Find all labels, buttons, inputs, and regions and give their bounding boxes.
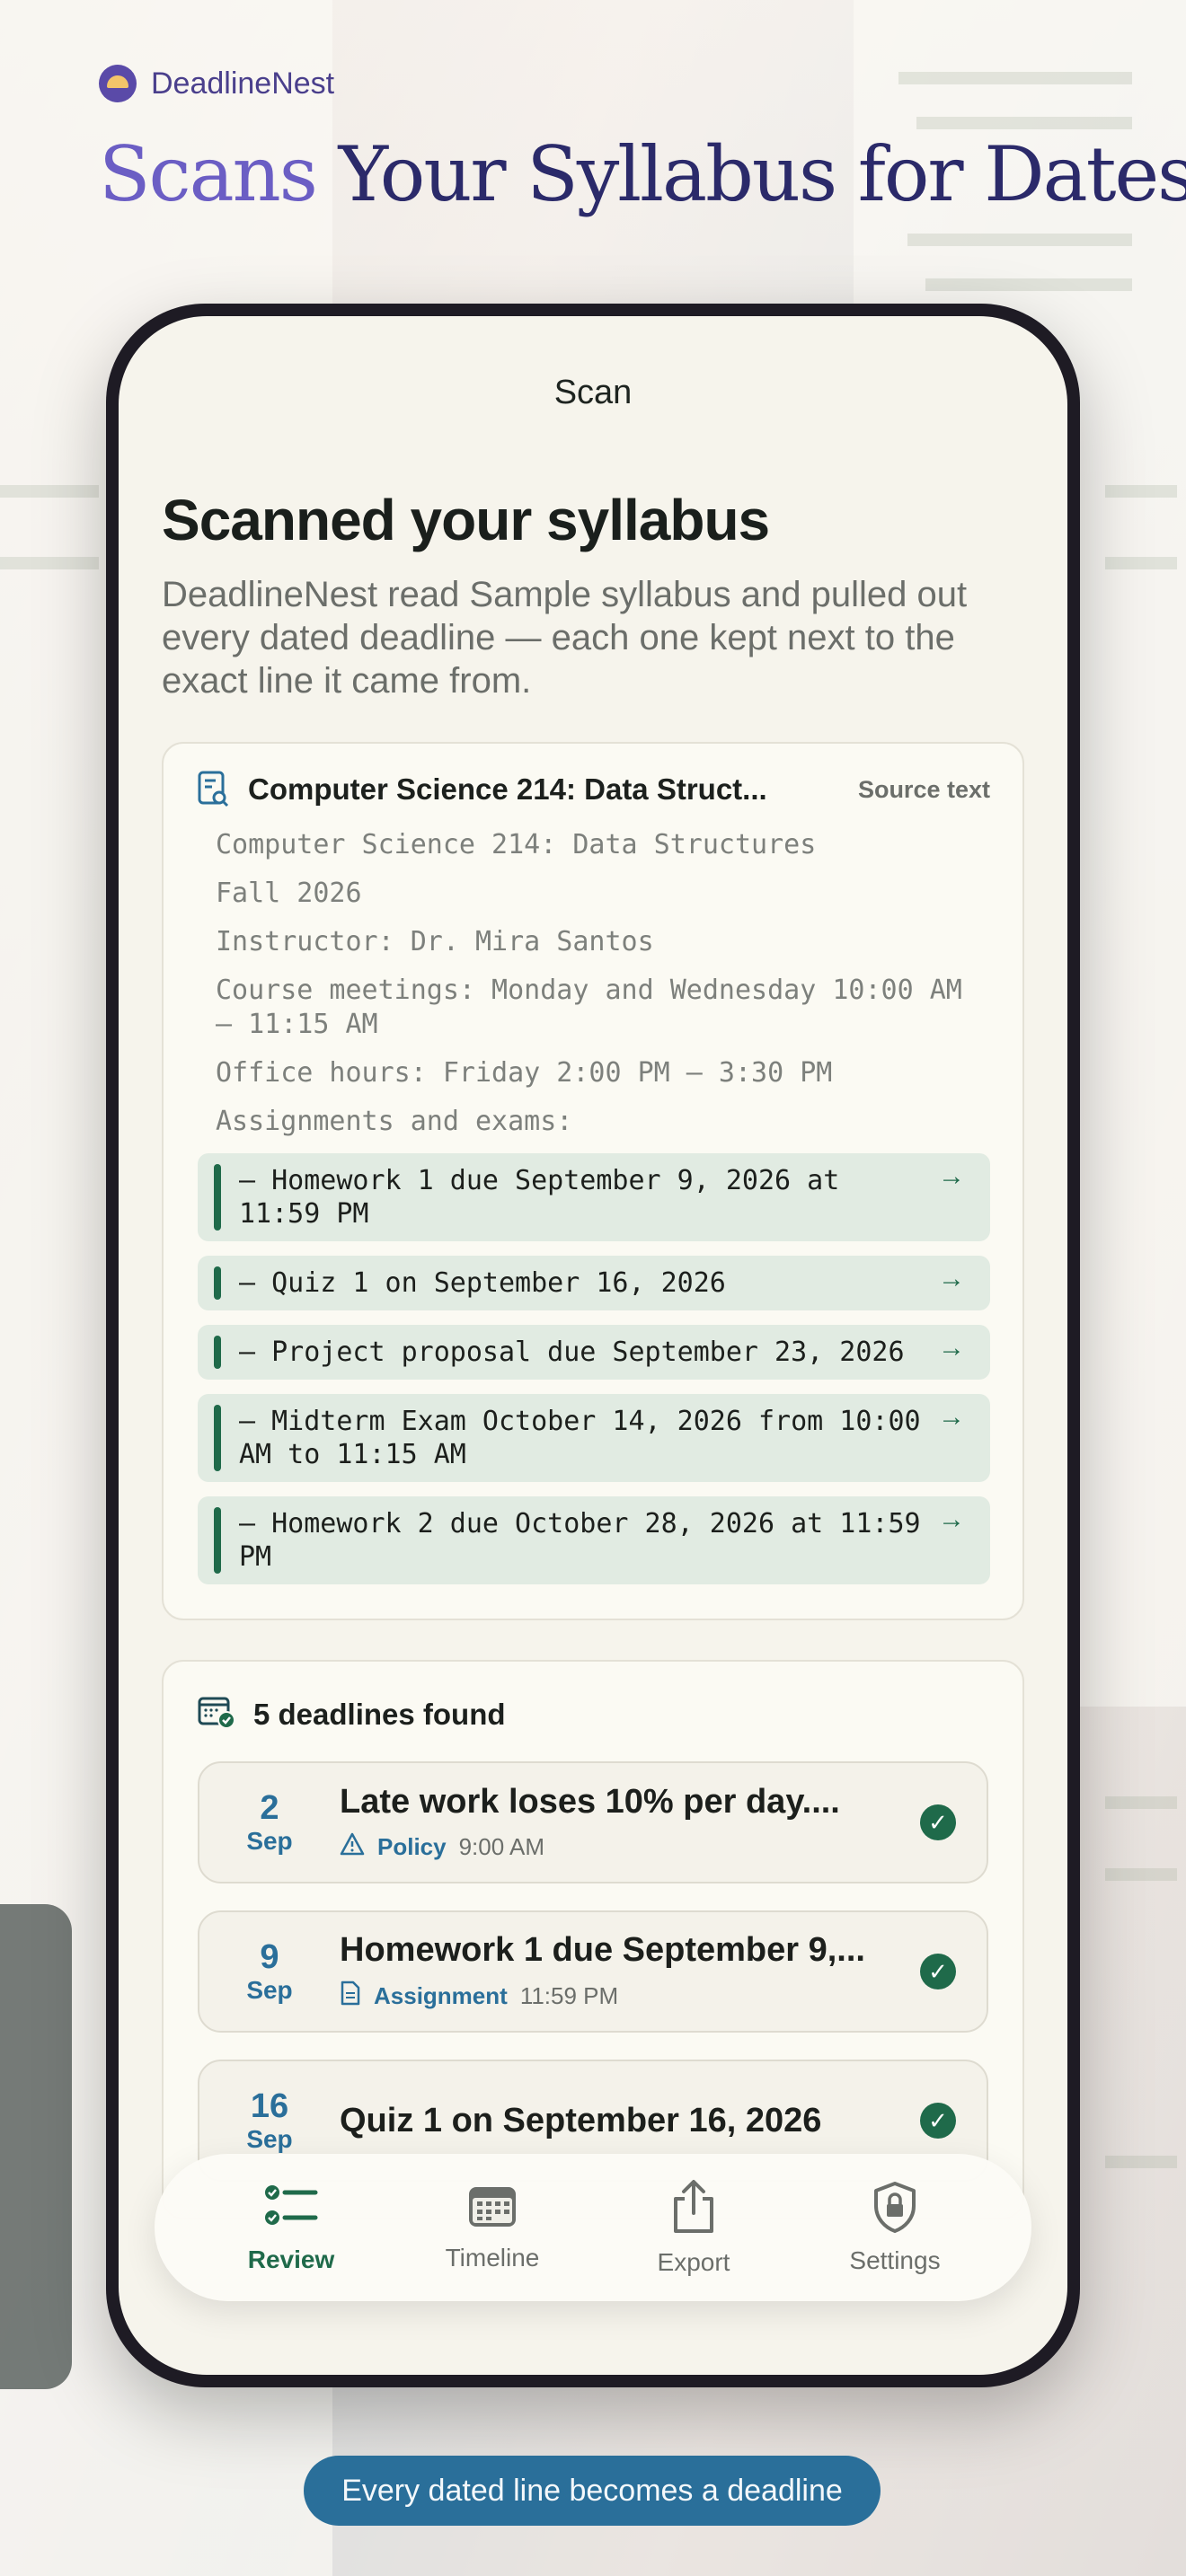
- nav-title: Scan: [553, 374, 633, 411]
- deadline-row[interactable]: 2 Sep Late work loses 10% per day.... Po…: [198, 1761, 988, 1883]
- brand: DeadlineNest: [99, 65, 334, 102]
- checkmark-icon[interactable]: ✓: [920, 2103, 956, 2139]
- highlight-text: – Midterm Exam October 14, 2026 from 10:…: [239, 1406, 921, 1470]
- deadlines-card: 5 deadlines found 2 Sep Late work loses …: [162, 1660, 1024, 2219]
- marketing-headline: Scans Your Syllabus for Dates: [99, 135, 1186, 214]
- share-icon: [670, 2179, 717, 2239]
- deadline-day: 2: [260, 1789, 279, 1827]
- deadlines-header: 5 deadlines found: [198, 1694, 988, 1734]
- arrow-right-icon: →: [938, 1504, 965, 1534]
- headline-rest: Your Syllabus for Dates: [338, 130, 1186, 218]
- highlight-bar: [214, 1405, 221, 1471]
- tab-timeline[interactable]: Timeline: [412, 2183, 573, 2272]
- highlight-text: – Homework 2 due October 28, 2026 at 11:…: [239, 1508, 921, 1573]
- arrow-right-icon: →: [938, 1264, 965, 1293]
- deadline-kind: Assignment: [374, 1982, 508, 2009]
- warning-icon: [340, 1832, 365, 1862]
- deadline-row[interactable]: 9 Sep Homework 1 due September 9,... Ass…: [198, 1910, 988, 2033]
- deadline-body: Late work loses 10% per day.... Policy 9…: [340, 1783, 920, 1862]
- arrow-right-icon: →: [938, 1333, 965, 1363]
- document-search-icon: [198, 771, 230, 808]
- highlight-bar: [214, 1164, 221, 1231]
- highlighted-source-line[interactable]: – Homework 2 due October 28, 2026 at 11:…: [198, 1496, 990, 1584]
- source-card-title: Computer Science 214: Data Struct...: [248, 772, 767, 806]
- highlight-text: – Quiz 1 on September 16, 2026: [239, 1267, 726, 1299]
- highlight-bar: [214, 1507, 221, 1574]
- source-line: Fall 2026: [216, 878, 362, 909]
- deadline-kind: Policy: [377, 1833, 447, 1860]
- tab-label: Export: [657, 2247, 730, 2276]
- calendar-check-icon: [198, 1694, 237, 1734]
- deadline-time: 11:59 PM: [519, 1982, 619, 2009]
- deadline-month: Sep: [246, 1827, 293, 1855]
- tab-label: Review: [247, 2245, 335, 2273]
- tab-settings[interactable]: Settings: [814, 2181, 976, 2275]
- deadline-body: Homework 1 due September 9,... Assignmen…: [340, 1931, 920, 2012]
- highlight-bar: [214, 1336, 221, 1369]
- deadline-meta: Policy 9:00 AM: [340, 1832, 920, 1862]
- brand-logo-icon: [99, 65, 137, 102]
- highlight-bar: [214, 1266, 221, 1300]
- highlight-text: – Project proposal due September 23, 202…: [239, 1337, 905, 1368]
- deadline-name: Late work loses 10% per day....: [340, 1783, 840, 1821]
- highlighted-source-line[interactable]: – Project proposal due September 23, 202…: [198, 1325, 990, 1380]
- deadline-meta: Assignment 11:59 PM: [340, 1981, 920, 2012]
- source-line: Computer Science 214: Data Structures: [216, 829, 817, 860]
- deadline-date: 16 Sep: [199, 2087, 340, 2154]
- page-title: Scanned your syllabus: [162, 488, 770, 552]
- headline-accent: Scans: [99, 130, 318, 218]
- highlighted-source-line[interactable]: – Quiz 1 on September 16, 2026 →: [198, 1256, 990, 1310]
- arrow-right-icon: →: [938, 1402, 965, 1432]
- deadline-name: Homework 1 due September 9,...: [340, 1931, 865, 1969]
- phone-frame: Scan Scanned your syllabus DeadlineNest …: [106, 304, 1080, 2387]
- intro-text: DeadlineNest read Sample syllabus and pu…: [162, 575, 968, 701]
- deadline-day: 9: [260, 1938, 279, 1976]
- source-card-header: Computer Science 214: Data Struct... Sou…: [198, 771, 990, 808]
- tab-review[interactable]: Review: [210, 2182, 372, 2274]
- deadlines-count-title: 5 deadlines found: [253, 1697, 506, 1731]
- checkmark-icon[interactable]: ✓: [920, 1954, 956, 1989]
- brand-name: DeadlineNest: [151, 66, 335, 101]
- source-line: Assignments and exams:: [216, 1106, 573, 1137]
- caption-pill: Every dated line becomes a deadline: [304, 2456, 881, 2526]
- highlight-text: – Homework 1 due September 9, 2026 at 11…: [239, 1165, 840, 1230]
- tab-bar: Review Timeline Export Settings: [155, 2154, 1031, 2301]
- deadline-name: Quiz 1 on September 16, 2026: [340, 2101, 822, 2139]
- source-line: Office hours: Friday 2:00 PM – 3:30 PM: [216, 1057, 833, 1089]
- app-screen: Scan Scanned your syllabus DeadlineNest …: [119, 316, 1067, 2375]
- calendar-icon: [467, 2183, 518, 2235]
- deadline-day: 16: [250, 2087, 289, 2125]
- deadline-month: Sep: [246, 1976, 293, 2004]
- deadline-date: 2 Sep: [199, 1789, 340, 1856]
- scroll-content[interactable]: Scanned your syllabus DeadlineNest read …: [162, 487, 1024, 2375]
- deadline-body: Quiz 1 on September 16, 2026: [340, 2102, 920, 2140]
- source-line: Course meetings: Monday and Wednesday 10…: [216, 975, 962, 1040]
- highlighted-source-line[interactable]: – Homework 1 due September 9, 2026 at 11…: [198, 1153, 990, 1241]
- source-line: Instructor: Dr. Mira Santos: [216, 926, 654, 957]
- checkmark-icon[interactable]: ✓: [920, 1804, 956, 1840]
- lock-shield-icon: [872, 2181, 917, 2237]
- deadline-time: 9:00 AM: [458, 1833, 544, 1860]
- deadline-date: 9 Sep: [199, 1938, 340, 2005]
- source-lines: Computer Science 214: Data Structures Fa…: [198, 828, 990, 1584]
- checklist-icon: [263, 2182, 319, 2236]
- document-icon: [340, 1981, 361, 2012]
- tab-label: Settings: [849, 2245, 941, 2274]
- arrow-right-icon: →: [938, 1161, 965, 1191]
- tab-label: Timeline: [445, 2243, 540, 2272]
- source-text-card: Computer Science 214: Data Struct... Sou…: [162, 742, 1024, 1620]
- source-text-tag: Source text: [857, 775, 990, 803]
- highlighted-source-line[interactable]: – Midterm Exam October 14, 2026 from 10:…: [198, 1394, 990, 1482]
- tab-export[interactable]: Export: [613, 2179, 774, 2277]
- deadline-month: Sep: [246, 2125, 293, 2153]
